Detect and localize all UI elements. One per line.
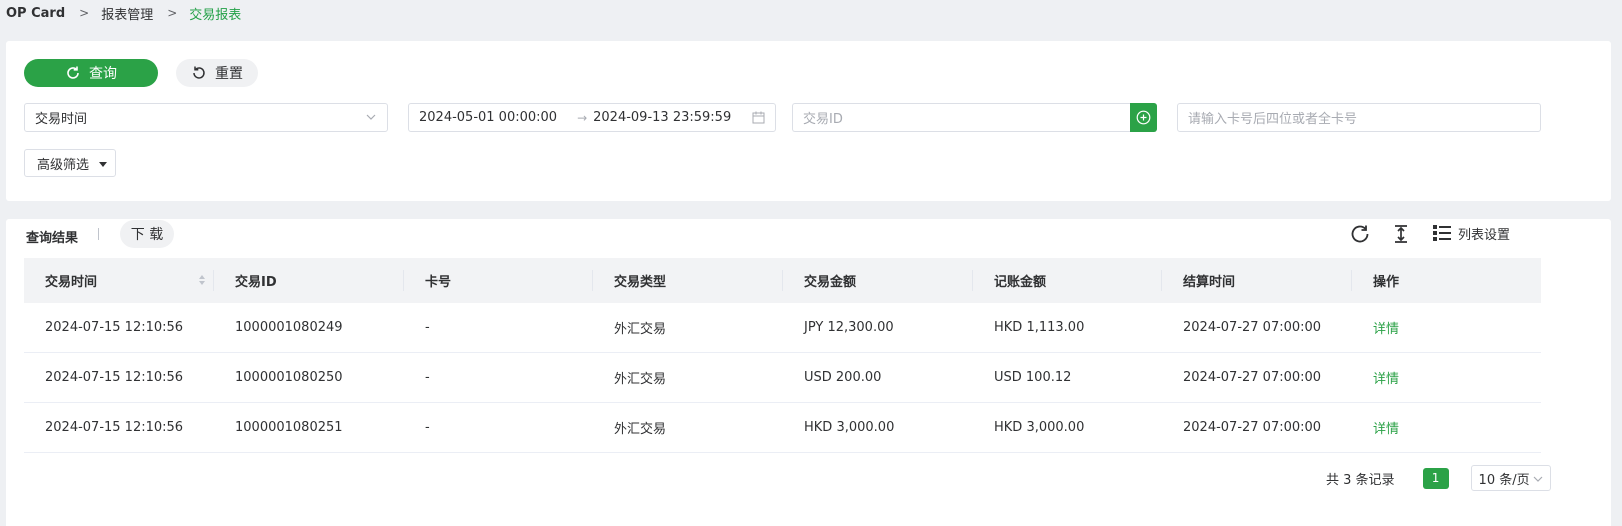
reset-icon <box>193 66 205 79</box>
breadcrumb-root[interactable]: OP Card <box>6 6 65 21</box>
date-start[interactable]: 2024-05-01 00:00:00 <box>419 110 557 125</box>
cell-transaction-amount: JPY 12,300.00 <box>804 320 894 335</box>
query-button[interactable]: 查询 <box>24 59 158 87</box>
sort-icon[interactable] <box>198 274 206 286</box>
table-row: 2024-07-15 12:10:56 1000001080249 - 外汇交易… <box>24 303 1541 353</box>
refresh-icon <box>67 66 79 79</box>
refresh-icon <box>1351 225 1369 243</box>
advanced-filter-label: 高级筛选 <box>37 157 90 173</box>
row-height-icon <box>1395 225 1407 243</box>
breadcrumb: OP Card > 报表管理 > 交易报表 <box>6 4 242 23</box>
date-end[interactable]: 2024-09-13 23:59:59 <box>593 110 731 125</box>
detail-link[interactable]: 详情 <box>1352 303 1541 352</box>
detail-link[interactable]: 详情 <box>1352 353 1541 402</box>
cell-card-number: - <box>425 370 430 385</box>
cell-transaction-id: 1000001080251 <box>235 420 343 435</box>
column-header-label: 交易时间 <box>45 275 98 290</box>
table-row: 2024-07-15 12:10:56 1000001080251 - 外汇交易… <box>24 403 1541 453</box>
page-size-select[interactable]: 10 条/页 <box>1470 465 1551 491</box>
cell-posted-amount: USD 100.12 <box>994 370 1072 385</box>
cell-transaction-type: 外汇交易 <box>614 372 667 387</box>
column-header: 卡号 <box>404 258 593 303</box>
breadcrumb-separator: > <box>79 6 90 20</box>
table-row: 2024-07-15 12:10:56 1000001080250 - 外汇交易… <box>24 353 1541 403</box>
column-header: 结算时间 <box>1162 258 1352 303</box>
cell-transaction-type: 外汇交易 <box>614 322 667 337</box>
list-icon <box>1433 225 1451 241</box>
cell-card-number: - <box>425 320 430 335</box>
column-header: 交易金额 <box>783 258 973 303</box>
query-button-label: 查询 <box>89 66 117 82</box>
breadcrumb-parent[interactable]: 报表管理 <box>101 4 153 23</box>
card-number-placeholder: 请输入卡号后四位或者全卡号 <box>1188 112 1358 127</box>
cell-transaction-amount: USD 200.00 <box>804 370 882 385</box>
column-header: 操作 <box>1352 258 1541 303</box>
page-size-value: 10 条/页 <box>1478 472 1530 488</box>
result-title: 查询结果 <box>26 231 79 246</box>
result-panel: 查询结果 下 载 列表设置 交易时间 交易ID 卡号 交易类型 交易金额 记账金… <box>6 219 1611 526</box>
column-header-label: 操作 <box>1373 275 1400 290</box>
total-records: 共 3 条记录 <box>1326 472 1395 488</box>
column-settings-button[interactable]: 列表设置 <box>1432 223 1510 243</box>
reset-button-label: 重置 <box>215 66 243 82</box>
advanced-filter-button[interactable]: 高级筛选 <box>24 149 116 177</box>
cell-card-number: - <box>425 420 430 435</box>
filter-panel: 查询 重置 交易时间 2024-05-01 00:00:00 → 2024-09… <box>6 41 1611 201</box>
transaction-id-placeholder: 交易ID <box>803 112 843 127</box>
column-header-label: 结算时间 <box>1183 275 1236 290</box>
download-button[interactable]: 下 载 <box>120 220 174 248</box>
column-header[interactable]: 交易时间 <box>24 258 214 303</box>
chevron-down-icon <box>1533 476 1542 482</box>
pagination: 共 3 条记录 1 10 条/页 <box>1326 465 1551 491</box>
cell-settlement-time: 2024-07-27 07:00:00 <box>1183 370 1322 385</box>
cell-posted-amount: HKD 3,000.00 <box>994 420 1085 435</box>
cell-settlement-time: 2024-07-27 07:00:00 <box>1183 420 1322 435</box>
detail-link[interactable]: 详情 <box>1352 403 1541 452</box>
cell-transaction-amount: HKD 3,000.00 <box>804 420 895 435</box>
caret-down-icon <box>99 161 108 167</box>
time-type-value: 交易时间 <box>35 112 88 127</box>
cell-transaction-id: 1000001080250 <box>235 370 343 385</box>
refresh-table-button[interactable] <box>1349 223 1371 249</box>
column-header-label: 交易ID <box>235 275 277 290</box>
column-header: 记账金额 <box>973 258 1162 303</box>
column-header-label: 交易金额 <box>804 275 857 290</box>
cell-settlement-time: 2024-07-27 07:00:00 <box>1183 320 1322 335</box>
cell-transaction-id: 1000001080249 <box>235 320 343 335</box>
column-header: 交易类型 <box>593 258 783 303</box>
add-transaction-id-button[interactable] <box>1130 103 1157 132</box>
page-button-current[interactable]: 1 <box>1422 467 1449 489</box>
row-height-button[interactable] <box>1391 223 1411 249</box>
cell-transaction-type: 外汇交易 <box>614 422 667 437</box>
card-number-input[interactable]: 请输入卡号后四位或者全卡号 <box>1177 103 1541 132</box>
date-range-separator: → <box>577 110 588 125</box>
column-header-label: 卡号 <box>425 275 452 290</box>
column-header-label: 记账金额 <box>994 275 1047 290</box>
chevron-down-icon <box>366 114 376 120</box>
breadcrumb-separator: > <box>167 6 178 20</box>
column-header-label: 交易类型 <box>614 275 667 290</box>
date-range-picker[interactable]: 2024-05-01 00:00:00 → 2024-09-13 23:59:5… <box>408 103 776 132</box>
table-header: 交易时间 交易ID 卡号 交易类型 交易金额 记账金额 结算时间 操作 <box>24 258 1541 303</box>
time-type-select[interactable]: 交易时间 <box>24 103 388 132</box>
results-table: 交易时间 交易ID 卡号 交易类型 交易金额 记账金额 结算时间 操作 2024… <box>24 258 1541 453</box>
calendar-icon <box>752 111 765 124</box>
plus-circle-icon <box>1136 110 1151 125</box>
transaction-id-input[interactable]: 交易ID <box>792 103 1131 132</box>
column-header: 交易ID <box>214 258 404 303</box>
cell-posted-amount: HKD 1,113.00 <box>994 320 1085 335</box>
cell-transaction-time: 2024-07-15 12:10:56 <box>45 370 184 385</box>
divider <box>98 228 99 240</box>
breadcrumb-current: 交易报表 <box>189 7 242 23</box>
column-settings-label: 列表设置 <box>1458 227 1511 243</box>
cell-transaction-time: 2024-07-15 12:10:56 <box>45 320 184 335</box>
reset-button[interactable]: 重置 <box>176 59 258 87</box>
cell-transaction-time: 2024-07-15 12:10:56 <box>45 420 184 435</box>
